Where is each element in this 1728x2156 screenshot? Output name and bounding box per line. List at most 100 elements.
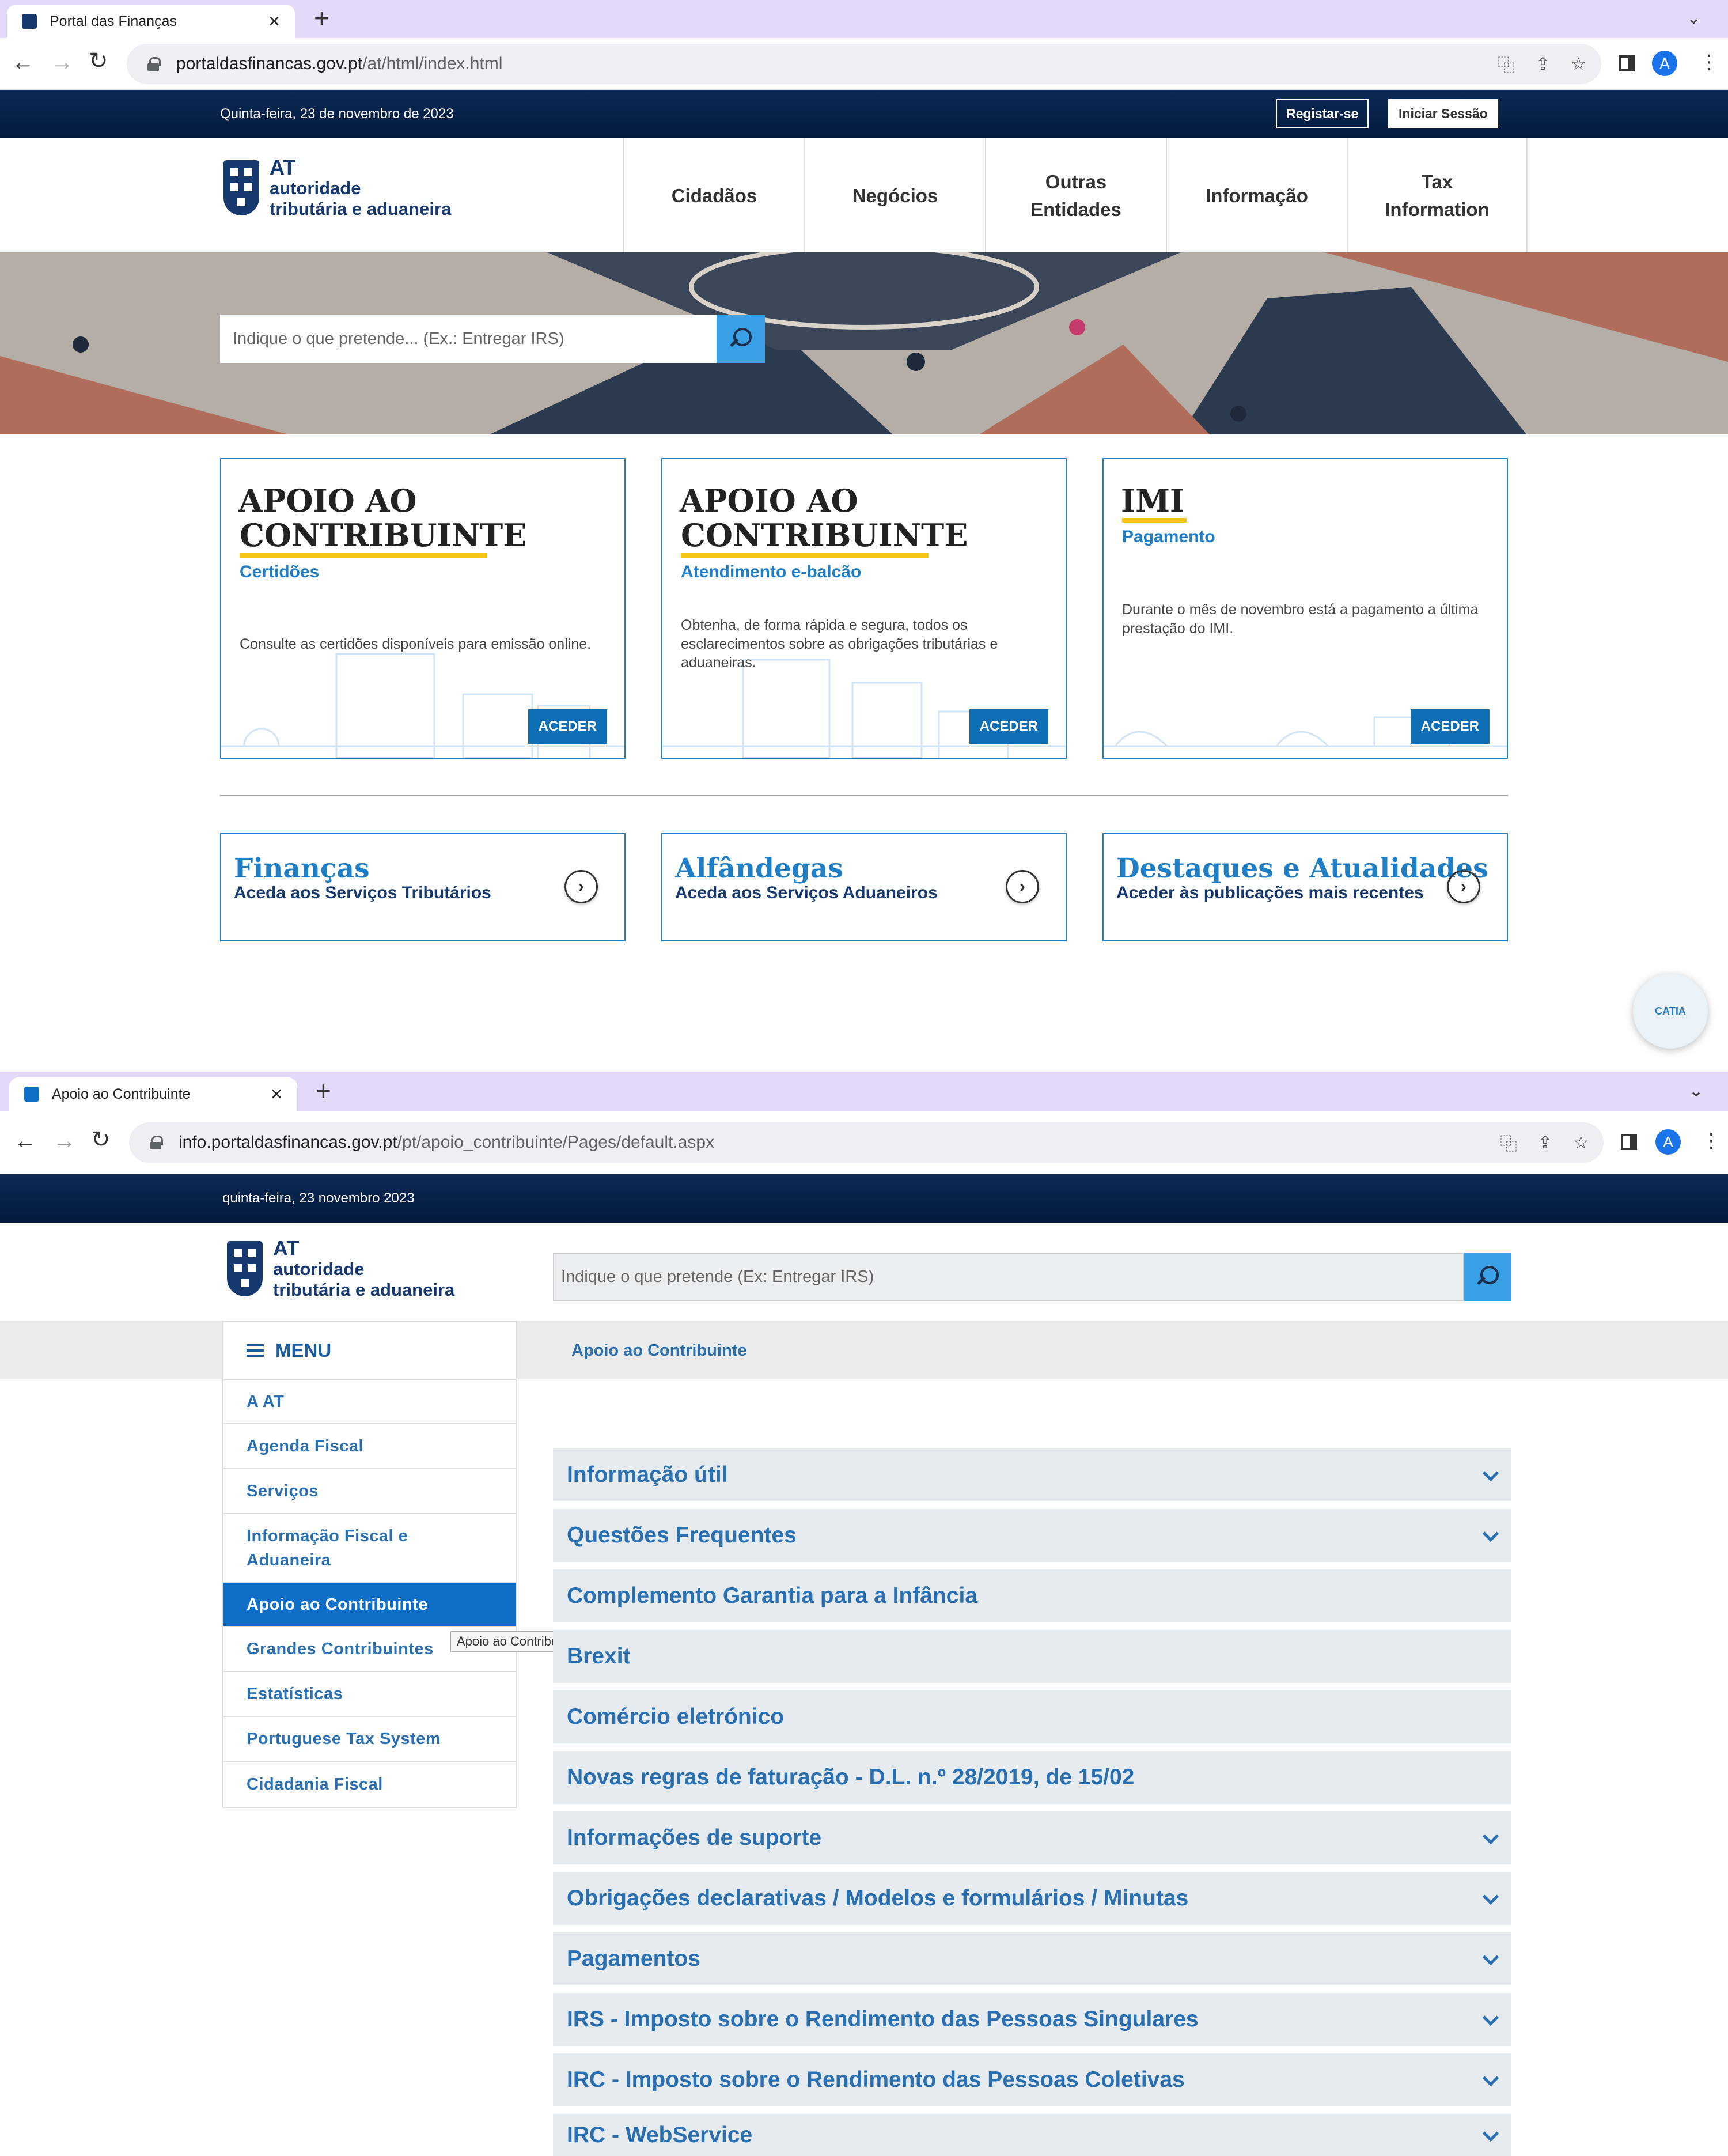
close-tab-icon[interactable]: × xyxy=(268,10,280,33)
site-top-strip: quinta-feira, 23 novembro 2023 xyxy=(0,1174,1728,1223)
share-icon[interactable]: ⇪ xyxy=(1538,1133,1552,1153)
new-tab-icon[interactable]: + xyxy=(314,5,329,31)
section-pagamentos[interactable]: Pagamentos xyxy=(553,1932,1511,1985)
section-comercio-eletronico[interactable]: Comércio eletrónico xyxy=(553,1690,1511,1743)
site-search-button[interactable] xyxy=(1464,1253,1511,1301)
card-subtitle: Certidões xyxy=(240,562,320,581)
link-card-subtitle: Aceda aos Serviços Aduaneiros xyxy=(675,883,938,902)
nav-cidadaos[interactable]: Cidadãos xyxy=(623,138,804,254)
section-questoes-frequentes[interactable]: Questões Frequentes xyxy=(553,1509,1511,1562)
section-brexit[interactable]: Brexit xyxy=(553,1630,1511,1683)
breadcrumb[interactable]: Apoio ao Contribuinte xyxy=(571,1341,746,1360)
menu-item-servicos[interactable]: Serviços xyxy=(223,1469,516,1514)
back-icon[interactable]: ← xyxy=(14,1129,37,1152)
card-certidoes[interactable]: APOIO AO CONTRIBUINTE Certidões Consulte… xyxy=(220,458,626,759)
menu-item-portuguese-tax-system[interactable]: Portuguese Tax System xyxy=(223,1717,516,1762)
card-imi[interactable]: IMI Pagamento Durante o mês de novembro … xyxy=(1102,458,1508,759)
menu-header[interactable]: MENU xyxy=(223,1322,516,1380)
card-description: Obtenha, de forma rápida e segura, todos… xyxy=(681,617,998,671)
menu-item-informacao-fiscal[interactable]: Informação Fiscal e Aduaneira xyxy=(223,1514,516,1583)
tab-title: Portal das Finanças xyxy=(50,13,177,29)
forward-icon[interactable]: → xyxy=(53,1129,76,1152)
card-title-line1: APOIO AO xyxy=(680,482,858,519)
hero-search-button[interactable] xyxy=(717,315,765,363)
close-tab-icon[interactable]: × xyxy=(271,1083,282,1106)
profile-avatar[interactable]: A xyxy=(1655,1129,1681,1155)
section-irc[interactable]: IRC - Imposto sobre o Rendimento das Pes… xyxy=(553,2053,1511,2106)
bookmark-star-icon[interactable]: ☆ xyxy=(1573,1133,1589,1153)
address-bar-row: ← → ↻ portaldasfinancas.gov.pt/at/html/i… xyxy=(0,38,1728,90)
nav-outras-entidades[interactable]: Outras Entidades xyxy=(985,138,1166,254)
profile-avatar[interactable]: A xyxy=(1652,51,1677,76)
url-host: info.portaldasfinancas.gov.pt xyxy=(179,1133,397,1152)
link-card-subtitle: Aceda aos Serviços Tributários xyxy=(234,883,491,902)
tab-search-chevron-icon[interactable]: ⌄ xyxy=(1689,1081,1703,1101)
url-field[interactable]: info.portaldasfinancas.gov.pt/pt/apoio_c… xyxy=(129,1122,1604,1163)
menu-item-agenda-fiscal[interactable]: Agenda Fiscal xyxy=(223,1424,516,1469)
catia-chat-button[interactable]: CATIA xyxy=(1633,974,1708,1049)
site-search-input[interactable]: Indique o que pretende (Ex: Entregar IRS… xyxy=(553,1253,1464,1301)
menu-item-estatisticas[interactable]: Estatísticas xyxy=(223,1672,516,1717)
hero-search-input[interactable]: Indique o que pretende... (Ex.: Entregar… xyxy=(220,315,717,363)
link-card-destaques[interactable]: Destaques e Atualidades Aceder às public… xyxy=(1102,833,1508,941)
at-logo[interactable]: AT autoridade tributária e aduaneira xyxy=(222,1238,454,1301)
browser-tab[interactable]: Portal das Finanças × xyxy=(7,5,295,38)
section-label: IRC - Imposto sobre o Rendimento das Pes… xyxy=(567,2067,1185,2092)
link-card-title: Alfândegas xyxy=(675,853,843,884)
link-card-financas[interactable]: Finanças Aceda aos Serviços Tributários … xyxy=(220,833,626,941)
forward-icon[interactable]: → xyxy=(51,51,74,74)
share-icon[interactable]: ⇪ xyxy=(1536,54,1550,74)
aceder-button[interactable]: ACEDER xyxy=(969,709,1048,744)
at-logo[interactable]: AT autoridade tributária e aduaneira xyxy=(219,157,451,220)
aceder-button[interactable]: ACEDER xyxy=(1410,709,1490,744)
side-panel-icon[interactable] xyxy=(1619,55,1635,71)
menu-item-cidadania-fiscal[interactable]: Cidadania Fiscal xyxy=(223,1762,516,1807)
section-label: Questões Frequentes xyxy=(567,1523,797,1548)
chevron-down-icon xyxy=(1482,2125,1499,2142)
browser-tab[interactable]: Apoio ao Contribuinte × xyxy=(9,1077,297,1111)
browser-menu-icon[interactable]: ⋮ xyxy=(1699,51,1719,74)
side-panel-icon[interactable] xyxy=(1621,1134,1637,1150)
card-title-imi: IMI xyxy=(1121,482,1185,519)
section-complemento-garantia[interactable]: Complemento Garantia para a Infância xyxy=(553,1569,1511,1622)
url-field[interactable]: portaldasfinancas.gov.pt/at/html/index.h… xyxy=(127,44,1601,84)
aceder-button[interactable]: ACEDER xyxy=(528,709,607,744)
section-label: IRC - WebService xyxy=(567,2122,753,2147)
nav-negocios[interactable]: Negócios xyxy=(804,138,985,254)
link-card-alfandegas[interactable]: Alfândegas Aceda aos Serviços Aduaneiros… xyxy=(661,833,1067,941)
translate-icon[interactable]: ⿻ xyxy=(1498,51,1515,77)
section-novas-regras-faturacao[interactable]: Novas regras de faturação - D.L. n.º 28/… xyxy=(553,1751,1511,1804)
menu-item-apoio-contribuinte[interactable]: Apoio ao Contribuinte xyxy=(223,1583,516,1627)
browser-menu-icon[interactable]: ⋮ xyxy=(1702,1129,1721,1152)
nav-informacao[interactable]: Informação xyxy=(1166,138,1347,254)
section-informacao-util[interactable]: Informação útil xyxy=(553,1448,1511,1501)
link-card-subtitle: Aceder às publicações mais recentes xyxy=(1116,883,1424,902)
translate-icon[interactable]: ⿻ xyxy=(1500,1130,1517,1155)
logo-line2: tributária e aduaneira xyxy=(270,199,452,219)
section-label: Brexit xyxy=(567,1644,631,1669)
tab-search-chevron-icon[interactable]: ⌄ xyxy=(1687,8,1701,28)
section-informacoes-suporte[interactable]: Informações de suporte xyxy=(553,1811,1511,1864)
section-irs[interactable]: IRS - Imposto sobre o Rendimento das Pes… xyxy=(553,1993,1511,2046)
section-label: Comércio eletrónico xyxy=(567,1704,785,1729)
section-obrigacoes-declarativas[interactable]: Obrigações declarativas / Modelos e form… xyxy=(553,1872,1511,1925)
card-title-line2: CONTRIBUINTE xyxy=(681,517,968,554)
reload-icon[interactable]: ↻ xyxy=(91,1128,111,1151)
address-bar-row: ← → ↻ info.portaldasfinancas.gov.pt/pt/a… xyxy=(0,1111,1728,1174)
menu-item-a-at[interactable]: A AT xyxy=(223,1380,516,1424)
login-button[interactable]: Iniciar Sessão xyxy=(1388,99,1498,128)
reload-icon[interactable]: ↻ xyxy=(89,50,108,73)
new-tab-icon[interactable]: + xyxy=(316,1077,331,1104)
register-button[interactable]: Registar-se xyxy=(1276,99,1369,128)
lock-icon xyxy=(150,1136,163,1149)
back-icon[interactable]: ← xyxy=(12,51,35,74)
link-card-title: Destaques e Atualidades xyxy=(1116,853,1488,884)
card-atendimento[interactable]: APOIO AO CONTRIBUINTE Atendimento e-balc… xyxy=(661,458,1067,759)
nav-tax-information[interactable]: Tax Information xyxy=(1347,138,1528,254)
section-irc-webservice[interactable]: IRC - WebService xyxy=(553,2114,1511,2156)
bookmark-star-icon[interactable]: ☆ xyxy=(1571,54,1586,74)
card-title-line1: APOIO AO xyxy=(238,482,417,519)
chevron-down-icon xyxy=(1482,1465,1499,1482)
section-label: Obrigações declarativas / Modelos e form… xyxy=(567,1886,1189,1911)
logo-line1: autoridade xyxy=(273,1259,365,1280)
